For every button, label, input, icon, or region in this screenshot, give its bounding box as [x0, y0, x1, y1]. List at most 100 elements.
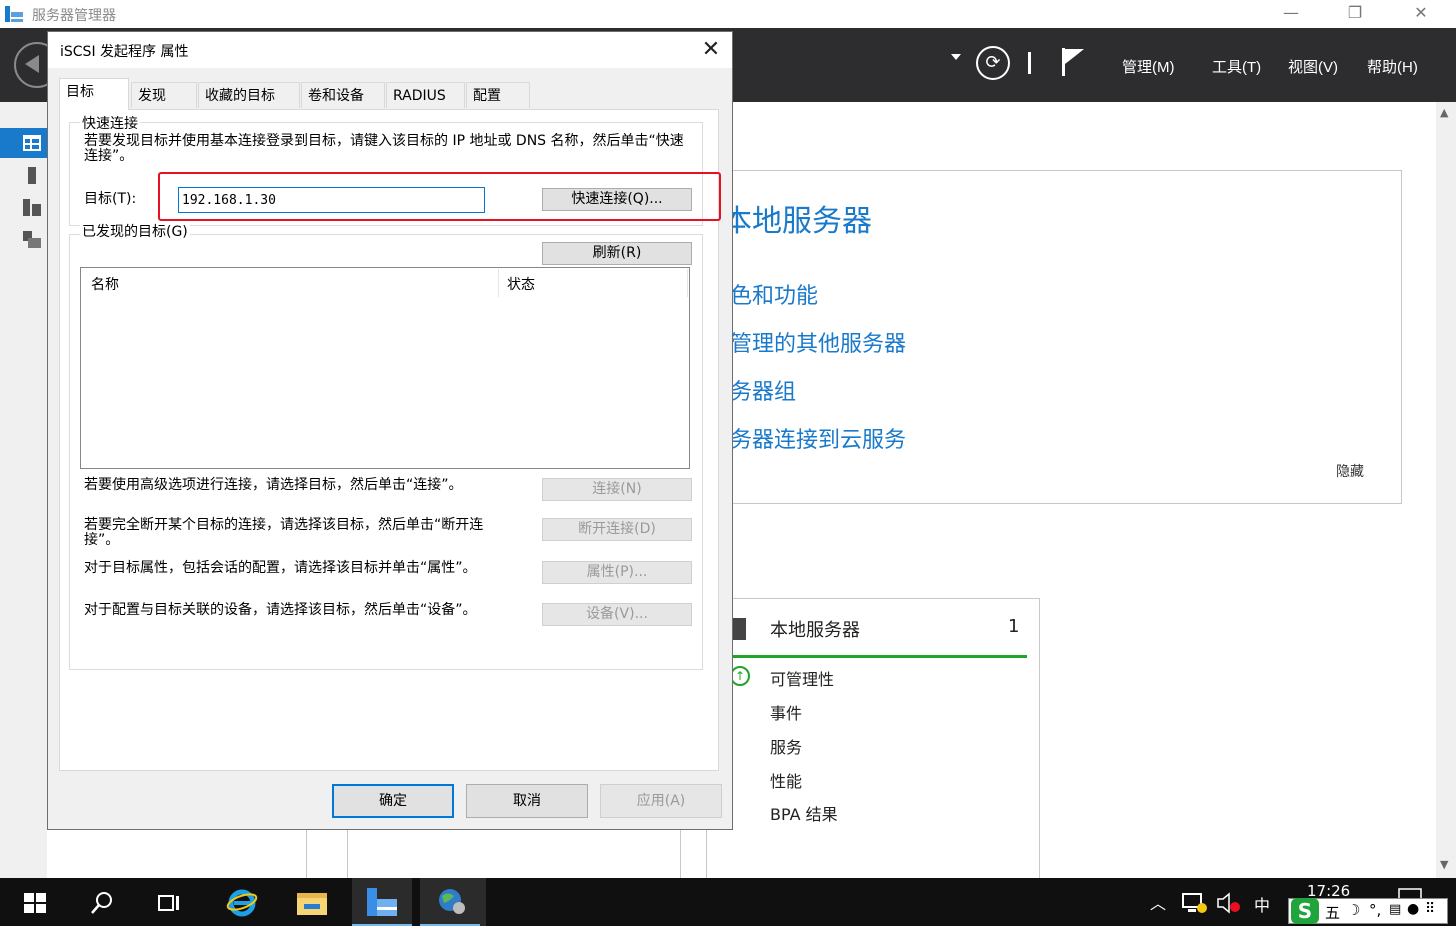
storage-icon	[23, 231, 41, 248]
targets-listview[interactable]: 名称 状态	[80, 267, 690, 469]
grid-icon[interactable]: ⠿	[1425, 901, 1435, 917]
tile-row-services[interactable]: 服务	[770, 734, 802, 758]
quickstart-link-server-group[interactable]: 务器组	[730, 374, 796, 406]
column-divider[interactable]	[687, 269, 688, 297]
sidebar-item-dashboard[interactable]	[0, 128, 47, 158]
quickstart-link-roles[interactable]: 色和功能	[730, 278, 818, 310]
apply-button[interactable]: 应用(A)	[600, 784, 722, 818]
notifications-flag-icon[interactable]	[1060, 46, 1086, 78]
server-manager-app-icon	[5, 6, 23, 22]
disconnect-button[interactable]: 断开连接(D)	[542, 518, 692, 541]
tile-title[interactable]: 本地服务器	[770, 616, 860, 642]
menu-tools[interactable]: 工具(T)	[1212, 56, 1261, 77]
main-scrollbar[interactable]: ▲ ▼	[1436, 102, 1456, 878]
server-icon	[28, 167, 36, 184]
keyboard-icon[interactable]: ▤	[1389, 902, 1401, 917]
target-label: 目标(T):	[84, 191, 137, 207]
show-hidden-icons-icon[interactable]: ︿	[1150, 890, 1166, 914]
iscsi-initiator-dialog: iSCSI 发起程序 属性 ✕ 目标 发现 收藏的目标 卷和设备 RADIUS …	[47, 31, 733, 830]
quickstart-link-cloud[interactable]: 务器连接到云服务	[730, 422, 906, 454]
welcome-title[interactable]: 本地服务器	[722, 196, 872, 240]
menu-help[interactable]: 帮助(H)	[1367, 56, 1418, 77]
search-button[interactable]	[72, 878, 132, 926]
column-header-name[interactable]: 名称	[91, 274, 119, 294]
ime-toolbar[interactable]: S 五 ☽ °, ▤ ● ⠿	[1288, 898, 1448, 924]
dashboard-icon	[23, 135, 41, 151]
window-title: 服务器管理器	[32, 8, 116, 24]
discovered-targets-label: 已发现的目标(G)	[80, 221, 190, 241]
sidebar-item-local-server[interactable]	[0, 160, 47, 190]
quick-connect-highlight	[158, 172, 721, 221]
devices-button[interactable]: 设备(V)...	[542, 603, 692, 626]
bg-divider	[306, 830, 307, 878]
half-width-moon-icon[interactable]: ☽	[1347, 901, 1360, 919]
dropdown-arrow-icon[interactable]	[951, 54, 961, 60]
internet-explorer-icon	[226, 889, 258, 917]
properties-button[interactable]: 属性(P)...	[542, 561, 692, 584]
windows-logo-icon	[24, 893, 46, 913]
servers-icon	[23, 199, 41, 216]
close-window-button[interactable]: ✕	[1398, 0, 1444, 28]
tab-discovery[interactable]: 发现	[131, 82, 197, 108]
local-server-tile[interactable]	[706, 598, 1040, 882]
refresh-icon[interactable]: ⟳	[976, 46, 1010, 80]
close-icon[interactable]: ✕	[693, 35, 729, 65]
column-divider[interactable]	[498, 269, 499, 297]
tile-count: 1	[1008, 616, 1020, 637]
minimize-button[interactable]: —	[1268, 0, 1314, 28]
sidebar-item-all-servers[interactable]	[0, 192, 47, 222]
restore-button[interactable]: ❐	[1332, 0, 1378, 28]
menu-manage[interactable]: 管理(M)	[1122, 56, 1175, 77]
connect-hint: 若要使用高级选项进行连接，请选择目标，然后单击“连接”。	[84, 477, 463, 493]
server-manager-taskbar-button[interactable]	[352, 878, 412, 926]
cancel-button[interactable]: 取消	[466, 784, 588, 818]
ok-button[interactable]: 确定	[332, 784, 454, 818]
devices-hint: 对于配置与目标关联的设备，请选择该目标，然后单击“设备”。	[84, 602, 477, 618]
iscsi-taskbar-button[interactable]	[420, 878, 486, 926]
quick-connect-label: 快速连接	[80, 113, 140, 133]
scroll-up-icon[interactable]: ▲	[1440, 106, 1448, 119]
tile-row-events[interactable]: 事件	[770, 700, 802, 724]
sidebar-item-file-storage[interactable]	[0, 224, 47, 254]
server-manager-titlebar: 服务器管理器 — ❐ ✕	[0, 0, 1456, 28]
tab-favorite-targets[interactable]: 收藏的目标	[198, 82, 300, 108]
refresh-button[interactable]: 刷新(R)	[542, 242, 692, 265]
ime-indicator[interactable]: 中	[1254, 892, 1270, 916]
quick-connect-description: 若要发现目标并使用基本连接登录到目标，请键入该目标的 IP 地址或 DNS 名称…	[84, 133, 684, 164]
server-manager-icon	[367, 888, 397, 916]
quickstart-link-add-servers[interactable]: 管理的其他服务器	[730, 326, 906, 358]
dialog-titlebar[interactable]: iSCSI 发起程序 属性 ✕	[48, 32, 732, 68]
menu-view[interactable]: 视图(V)	[1288, 56, 1338, 77]
tab-targets[interactable]: 目标	[59, 78, 129, 110]
file-explorer-button[interactable]	[282, 878, 342, 926]
tab-radius[interactable]: RADIUS	[386, 82, 465, 108]
connect-button[interactable]: 连接(N)	[542, 478, 692, 501]
hide-link[interactable]: 隐藏	[1336, 461, 1364, 481]
bg-divider	[680, 830, 681, 878]
header-separator	[1028, 52, 1031, 74]
status-up-arrow-icon: ↑	[730, 666, 750, 686]
ime-mode[interactable]: 五	[1325, 902, 1340, 923]
scroll-down-icon[interactable]: ▼	[1440, 858, 1448, 871]
ie-taskbar-button[interactable]	[212, 878, 272, 926]
start-button[interactable]	[4, 878, 64, 926]
network-icon[interactable]	[1182, 892, 1208, 914]
task-view-button[interactable]	[140, 878, 200, 926]
sogou-ime-icon[interactable]: S	[1291, 898, 1319, 924]
dialog-title: iSCSI 发起程序 属性	[60, 44, 189, 60]
disconnect-hint: 若要完全断开某个目标的连接，请选择该目标，然后单击“断开连接”。	[84, 517, 484, 548]
tab-configuration[interactable]: 配置	[466, 82, 530, 108]
properties-hint: 对于目标属性，包括会话的配置，请选择该目标并单击“属性”。	[84, 560, 477, 576]
tab-volumes-devices[interactable]: 卷和设备	[301, 82, 385, 108]
tile-status-bar	[733, 655, 1027, 658]
volume-muted-icon[interactable]	[1216, 892, 1242, 914]
bg-divider	[347, 830, 348, 878]
tile-row-performance[interactable]: 性能	[770, 768, 802, 792]
user-icon[interactable]: ●	[1407, 901, 1419, 917]
folder-icon	[297, 893, 327, 915]
tile-row-bpa[interactable]: BPA 结果	[770, 801, 838, 825]
column-header-status[interactable]: 状态	[507, 274, 535, 294]
server-icon	[732, 618, 746, 640]
tile-row-manageability[interactable]: 可管理性	[770, 666, 834, 690]
punctuation-icon[interactable]: °,	[1369, 901, 1381, 919]
